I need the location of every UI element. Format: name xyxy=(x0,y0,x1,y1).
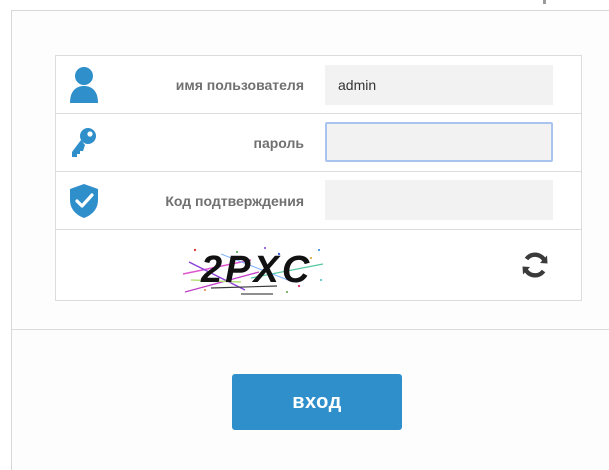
user-icon xyxy=(56,56,112,113)
form-divider xyxy=(11,329,609,330)
username-label: имя пользователя xyxy=(175,76,304,93)
password-label: пароль xyxy=(253,134,305,151)
password-input[interactable] xyxy=(325,122,553,162)
captcha-code-row: Код подтверждения xyxy=(56,172,581,230)
username-input[interactable] xyxy=(325,65,553,105)
login-form: имя пользователя пароль Код подтверждени… xyxy=(55,55,582,301)
captcha-code-label: Код подтверждения xyxy=(165,192,304,209)
captcha-code-input[interactable] xyxy=(325,180,553,220)
login-button[interactable]: вход xyxy=(232,374,402,430)
key-icon xyxy=(56,114,112,171)
refresh-icon xyxy=(522,252,548,278)
captcha-row: 2PXC xyxy=(56,230,581,300)
captcha-text: 2PXC xyxy=(200,249,312,291)
captcha-image[interactable]: 2PXC xyxy=(181,242,329,296)
username-row: имя пользователя xyxy=(56,56,581,114)
top-edge-mark xyxy=(543,0,546,4)
password-row: пароль xyxy=(56,114,581,172)
refresh-captcha-button[interactable] xyxy=(518,248,552,282)
shield-check-icon xyxy=(56,172,112,229)
